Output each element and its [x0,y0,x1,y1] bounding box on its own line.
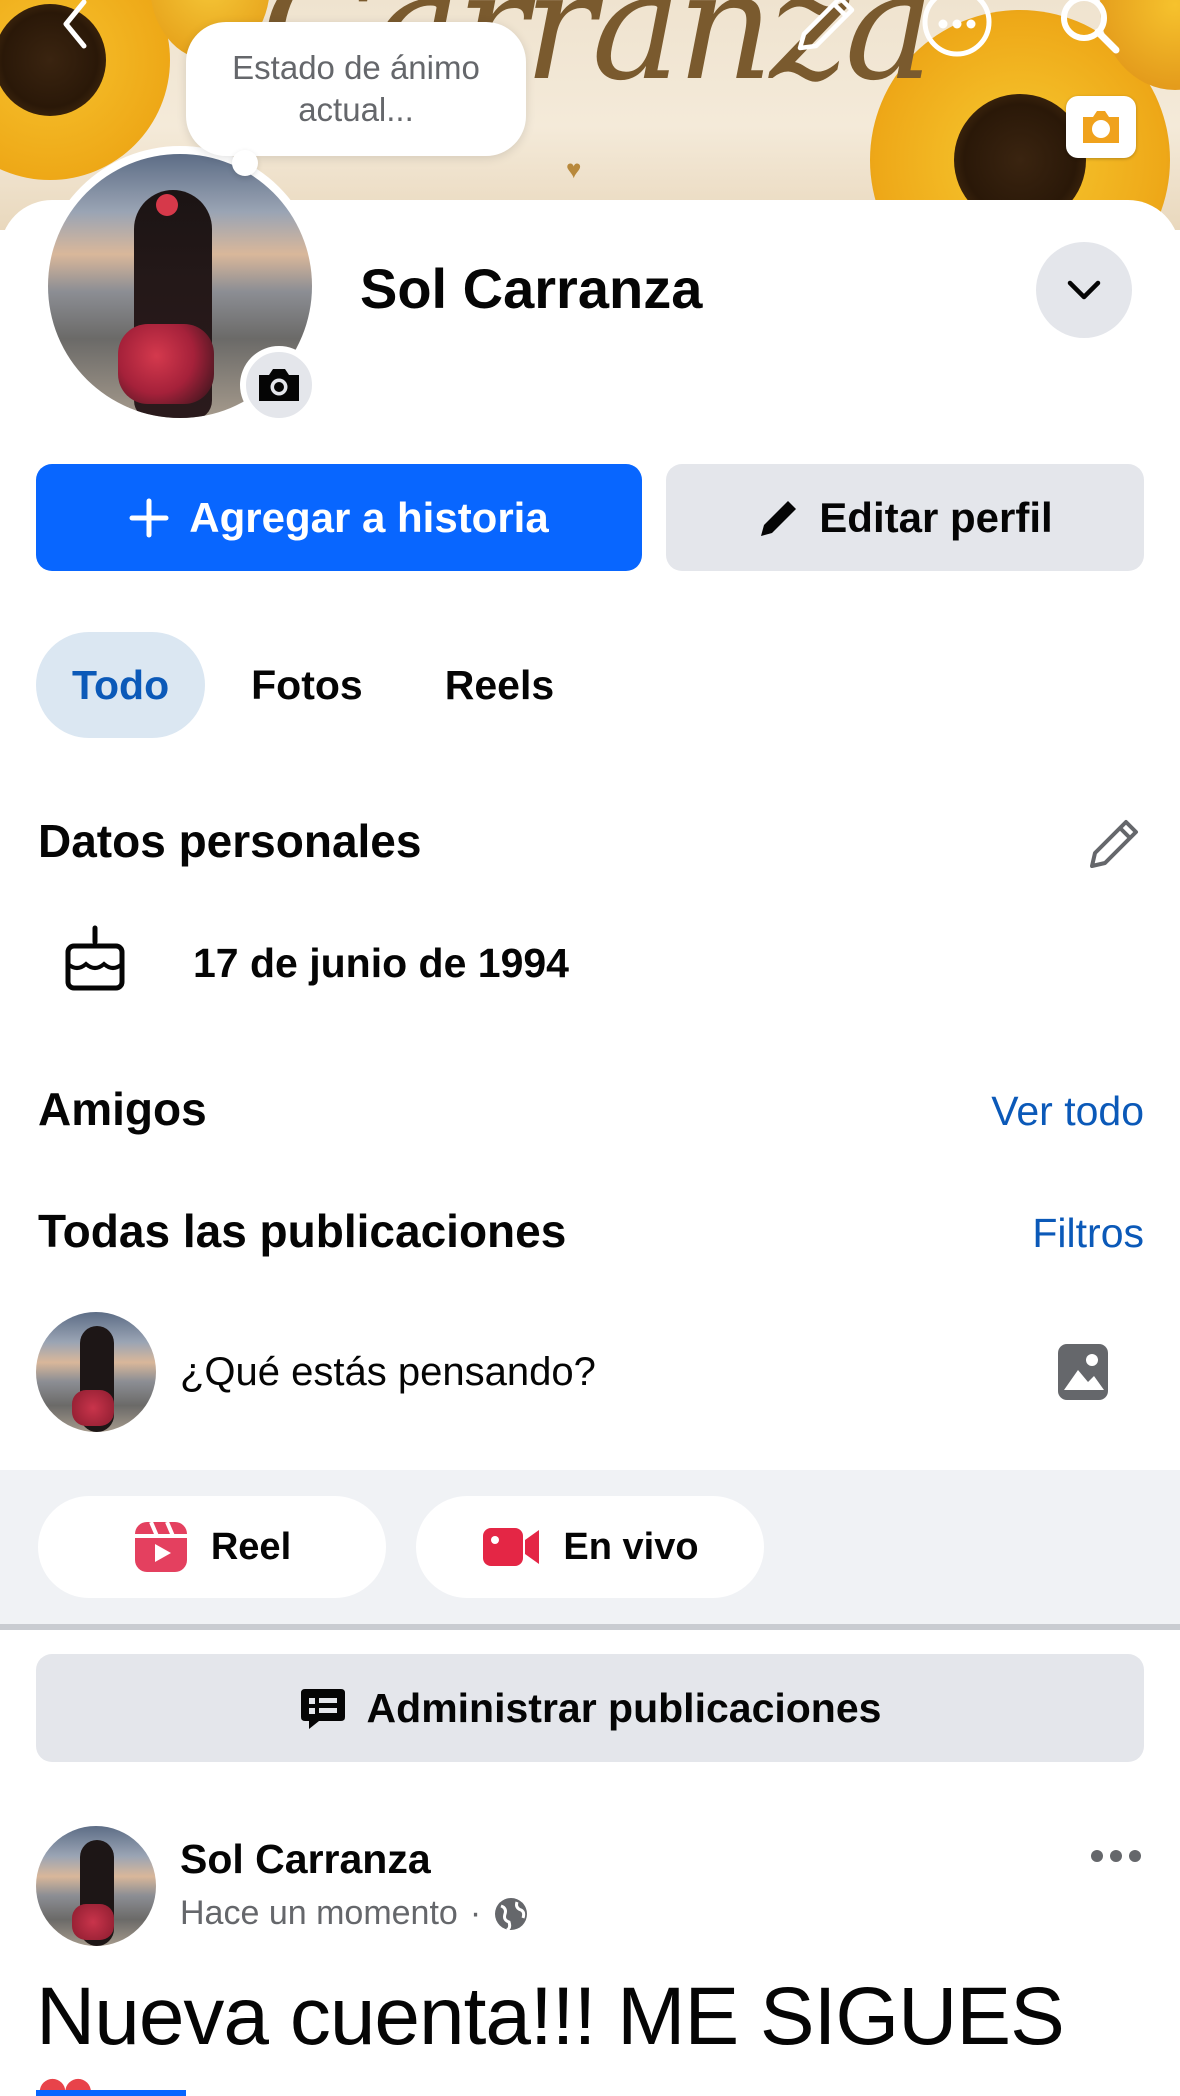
post-author-name[interactable]: Sol Carranza [180,1836,431,1883]
camera-icon [1083,111,1119,143]
live-button[interactable]: En vivo [416,1496,764,1598]
tab-reels[interactable]: Reels [409,632,590,738]
meta-separator: · [469,1894,482,1932]
reel-button[interactable]: Reel [38,1496,386,1598]
search-button[interactable] [1054,0,1124,55]
add-to-story-label: Agregar a historia [189,493,549,541]
manage-posts-icon [300,1689,345,1729]
chevron-left-icon [63,0,87,49]
edit-profile-button[interactable]: Editar perfil [666,464,1144,571]
cover-heart-ornament: ♥ [566,154,582,184]
globe-icon[interactable] [493,1896,529,1932]
cake-icon [65,925,125,991]
pencil-icon [797,0,855,51]
post-author-avatar[interactable] [36,1826,156,1946]
profile-dropdown-button[interactable] [1036,242,1132,338]
post-time: Hace un momento [180,1894,458,1932]
all-posts-title: Todas las publicaciones [38,1205,567,1257]
chevron-down-icon [1067,280,1101,300]
section-divider [0,1624,1180,1630]
back-button[interactable] [44,0,104,50]
friends-title: Amigos [38,1083,207,1135]
more-icon [922,0,992,57]
reel-icon [134,1521,187,1572]
profile-tabs: Todo Fotos Reels [36,632,600,738]
pencil-icon [1090,820,1138,868]
reel-label: Reel [210,1525,292,1568]
mood-status-bubble[interactable]: Estado de ánimo actual... [186,22,526,156]
personal-details-title: Datos personales [38,815,422,867]
post-body-text: Nueva cuenta!!! ME SIGUES [36,1971,1065,2062]
photo-icon [1058,1344,1108,1400]
composer-input[interactable]: ¿Qué estás pensando? [180,1350,596,1395]
more-options-button[interactable] [920,0,994,58]
birthday-text: 17 de junio de 1994 [193,940,569,986]
scroll-indicator [36,2090,186,2096]
manage-posts-button[interactable]: Administrar publicaciones [36,1654,1144,1762]
tab-todo[interactable]: Todo [36,632,206,738]
see-all-friends-link[interactable]: Ver todo [991,1088,1144,1135]
composer-avatar[interactable] [36,1312,156,1432]
live-label: En vivo [563,1525,699,1568]
change-profile-picture-button[interactable] [240,346,318,424]
more-horizontal-icon [1091,1850,1141,1862]
edit-details-button[interactable] [1086,816,1142,872]
edit-profile-label: Editar perfil [819,493,1053,541]
manage-posts-label: Administrar publicaciones [366,1684,882,1731]
post-options-button[interactable] [1086,1836,1146,1876]
edit-cover-button[interactable] [790,0,860,55]
profile-name: Sol Carranza [360,257,703,320]
search-icon [1061,0,1120,54]
add-to-story-button[interactable]: Agregar a historia [36,464,642,571]
tab-fotos[interactable]: Fotos [215,632,399,738]
video-camera-icon [483,1528,540,1566]
add-photo-button[interactable] [1054,1340,1114,1404]
change-cover-button[interactable] [1066,96,1136,158]
filters-link[interactable]: Filtros [1032,1210,1144,1257]
plus-icon [129,498,169,537]
mood-bubble-tail [232,150,258,176]
mood-placeholder: Estado de ánimo actual... [232,49,480,128]
post-meta: Hace un momento · [180,1894,529,1933]
camera-icon [259,369,299,401]
birthday-row [62,924,128,994]
pencil-icon [761,500,797,536]
